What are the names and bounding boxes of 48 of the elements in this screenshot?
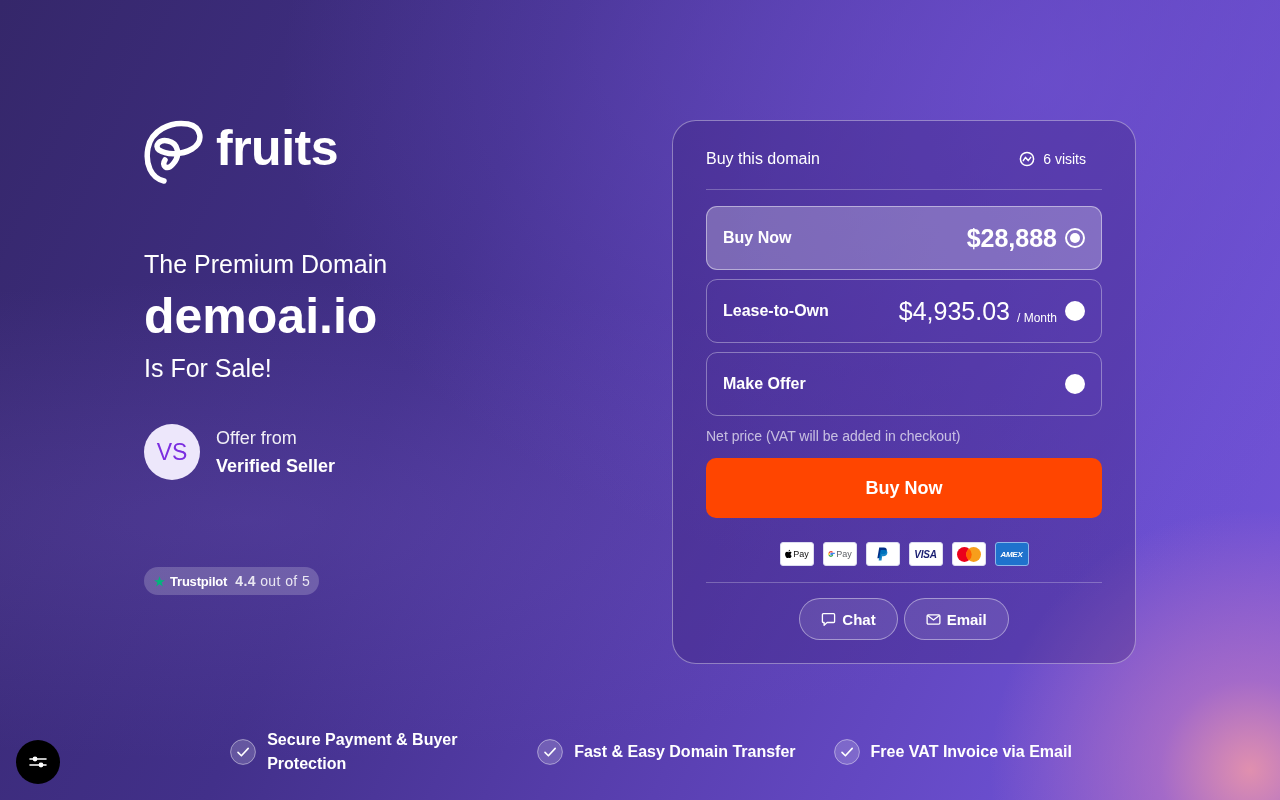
feature-text: Secure Payment & Buyer Protection xyxy=(267,730,459,774)
hero-eyebrow: The Premium Domain xyxy=(144,249,388,280)
envelope-icon xyxy=(925,611,941,627)
radio-button[interactable] xyxy=(1065,374,1085,394)
chat-button[interactable]: Chat xyxy=(799,598,898,640)
feature-text: Free VAT Invoice via Email xyxy=(870,742,1072,762)
star-icon xyxy=(154,575,165,587)
sliders-icon xyxy=(29,755,47,769)
rating-badge[interactable]: Trustpilot 4.4 out of 5 xyxy=(144,567,320,595)
feature-text: Fast & Easy Domain Transfer xyxy=(574,742,796,762)
p-monogram-icon xyxy=(877,547,888,561)
seller-caption: Offer from xyxy=(216,427,298,450)
payment-logo: VISA xyxy=(908,542,943,566)
seller-avatar: VS xyxy=(144,424,200,480)
price-option[interactable]: Make Offer xyxy=(706,352,1102,416)
option-label: Buy Now xyxy=(723,229,792,247)
radio-button[interactable] xyxy=(1065,301,1085,321)
logo-text: Pay xyxy=(836,549,852,559)
brand-name: fruits xyxy=(216,120,338,176)
hero-tagline: Is For Sale! xyxy=(144,353,272,384)
visit-count: 6 visits xyxy=(1043,151,1086,167)
chat-icon xyxy=(821,611,837,627)
option-price: $28,888 xyxy=(966,223,1057,253)
seller-name: Verified Seller xyxy=(216,455,336,478)
rating-score: 4.4 out of 5 xyxy=(235,573,311,589)
logo-text: Pay xyxy=(793,549,809,559)
g-logo-icon xyxy=(827,550,836,558)
check-circle-icon xyxy=(833,739,860,765)
option-label: Make Offer xyxy=(723,375,806,393)
payment-logo: AMEX xyxy=(994,542,1029,566)
apple-icon xyxy=(784,549,793,559)
buy-now-button[interactable]: Buy Now xyxy=(706,458,1102,518)
option-label: Lease-to-Own xyxy=(723,302,829,320)
option-price: $4,935.03 xyxy=(898,296,1010,326)
email-button[interactable]: Email xyxy=(903,598,1009,640)
check-circle-icon xyxy=(230,739,257,765)
rating-source: Trustpilot xyxy=(170,573,228,589)
price-option[interactable]: Buy Now $28,888 xyxy=(706,206,1102,270)
overlapping-circles-icon xyxy=(956,546,981,562)
price-note: Net price (VAT will be added in checkout) xyxy=(706,427,962,446)
radio-button[interactable] xyxy=(1065,228,1085,248)
price-option[interactable]: Lease-to-Own $4,935.03 / Month xyxy=(706,279,1102,343)
price-unit: / Month xyxy=(1016,311,1057,325)
settings-button[interactable] xyxy=(16,740,60,784)
check-circle-icon xyxy=(537,739,564,765)
chart-circle-icon xyxy=(1019,151,1036,167)
domain-name: demoai.io xyxy=(144,288,378,344)
card-title: Buy this domain xyxy=(706,149,820,169)
